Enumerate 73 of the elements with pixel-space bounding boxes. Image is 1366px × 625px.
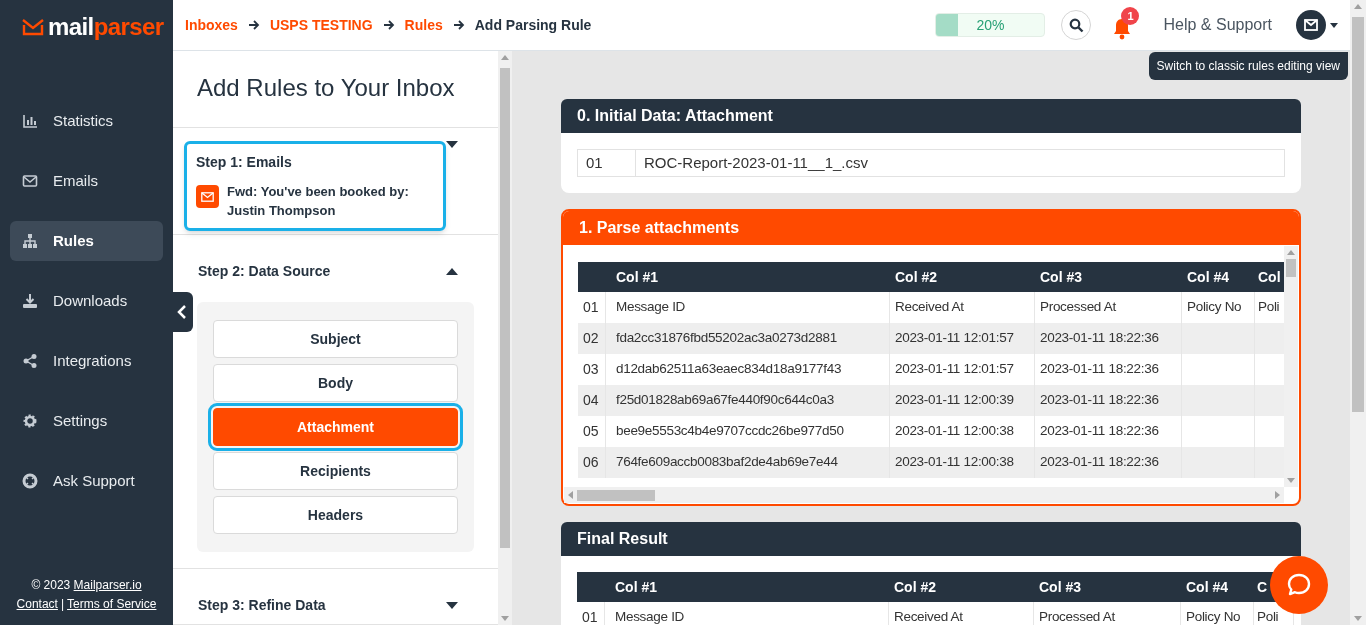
highlighted-step[interactable]: Step 1: Emails Fwd: You've been booked by: Justin Thompson <box>184 141 446 231</box>
sidebar-item[interactable]: Integrations <box>10 341 163 381</box>
table-cell-text: ROC-Report-2023-01-11__1_.csv <box>643 152 869 173</box>
arrow-right-icon <box>382 19 395 31</box>
notifications-button[interactable]: 1 <box>1105 7 1140 43</box>
table-cell: Policy No <box>1181 602 1254 625</box>
search-icon <box>1069 17 1084 33</box>
table-cell: Processed At <box>1034 602 1181 625</box>
envelope-icon <box>22 173 38 189</box>
account-menu-button[interactable] <box>1296 10 1338 40</box>
arrow-right-icon <box>247 19 260 31</box>
copyright-text: © 2023 <box>31 578 72 592</box>
chart-icon <box>22 113 38 129</box>
column-header: Col #3 <box>1038 577 1082 597</box>
sidebar-item[interactable]: Rules <box>10 221 163 261</box>
sidebar-item[interactable]: Ask Support <box>10 461 163 501</box>
source-button[interactable]: Recipients <box>213 452 458 490</box>
help-link[interactable]: Help & Support <box>1163 13 1272 37</box>
site-link[interactable]: Mailparser.io <box>73 578 142 592</box>
email-subject: Fwd: You've been booked by: Justin Thompson <box>227 183 410 220</box>
caret-down-icon[interactable] <box>446 141 458 148</box>
row-number: 01 <box>577 602 605 625</box>
card-title: 0. Initial Data: Attachment <box>561 99 1301 133</box>
scrollbar[interactable] <box>564 487 1284 503</box>
scrollbar[interactable] <box>1284 246 1298 487</box>
column-header: C <box>1256 577 1269 597</box>
gear-icon <box>22 413 38 429</box>
step-title: Step 1: Emails <box>196 153 293 172</box>
notification-badge: 1 <box>1121 7 1140 25</box>
arrow-right-icon <box>452 19 465 31</box>
chevron-left-icon <box>176 305 187 319</box>
row-number: 01 <box>578 150 636 176</box>
breadcrumb-current: Add Parsing Rule <box>474 15 592 35</box>
table-cell: Message ID <box>605 602 889 625</box>
column-header: Col #1 <box>615 267 659 287</box>
step-title: Step 3: Refine Data <box>197 596 327 615</box>
card-title: Final Result <box>561 522 1301 556</box>
sidebar-item[interactable]: Settings <box>10 401 163 441</box>
column-header: Col #4 <box>1185 577 1229 597</box>
caret-down-icon <box>1330 22 1338 28</box>
source-button[interactable]: Headers <box>213 496 458 534</box>
card-title: 1. Parse attachments <box>563 211 1299 245</box>
share-icon <box>22 353 38 369</box>
column-header: Col <box>1257 267 1282 287</box>
scrollbar[interactable] <box>1350 0 1366 625</box>
caret-down-icon[interactable] <box>446 602 458 609</box>
table-cell: Received At <box>889 602 1034 625</box>
sidebar-item[interactable]: Downloads <box>10 281 163 321</box>
collapse-sidebar-button[interactable] <box>170 292 193 332</box>
source-button[interactable]: Subject <box>213 320 458 358</box>
step-title: Step 2: Data Source <box>197 262 332 281</box>
column-header: Col #2 <box>894 267 938 287</box>
download-icon <box>22 293 38 309</box>
life-ring-icon <box>22 473 38 489</box>
email-icon <box>196 185 219 208</box>
avatar-mail-icon <box>1296 10 1326 40</box>
quota-reading: 20% <box>976 15 1005 35</box>
column-header: Col #4 <box>1186 267 1230 287</box>
sidebar-item[interactable]: Emails <box>10 161 163 201</box>
logo: mailparser <box>22 15 173 39</box>
scrollbar[interactable] <box>498 51 512 625</box>
caret-up-icon[interactable] <box>446 268 458 275</box>
sidebar-item[interactable]: Statistics <box>10 101 163 141</box>
sitemap-icon <box>22 233 38 249</box>
chat-bubble-icon <box>1286 572 1312 598</box>
contact-link[interactable]: Contact <box>16 597 58 611</box>
tooltip: Switch to classic rules editing view <box>1148 52 1348 80</box>
separator: | <box>60 597 65 611</box>
source-button[interactable]: Body <box>213 364 458 402</box>
column-header: Col #1 <box>614 577 658 597</box>
column-header: Col #3 <box>1039 267 1083 287</box>
column-header: Col #2 <box>893 577 937 597</box>
terms-link[interactable]: Terms of Service <box>67 597 157 611</box>
